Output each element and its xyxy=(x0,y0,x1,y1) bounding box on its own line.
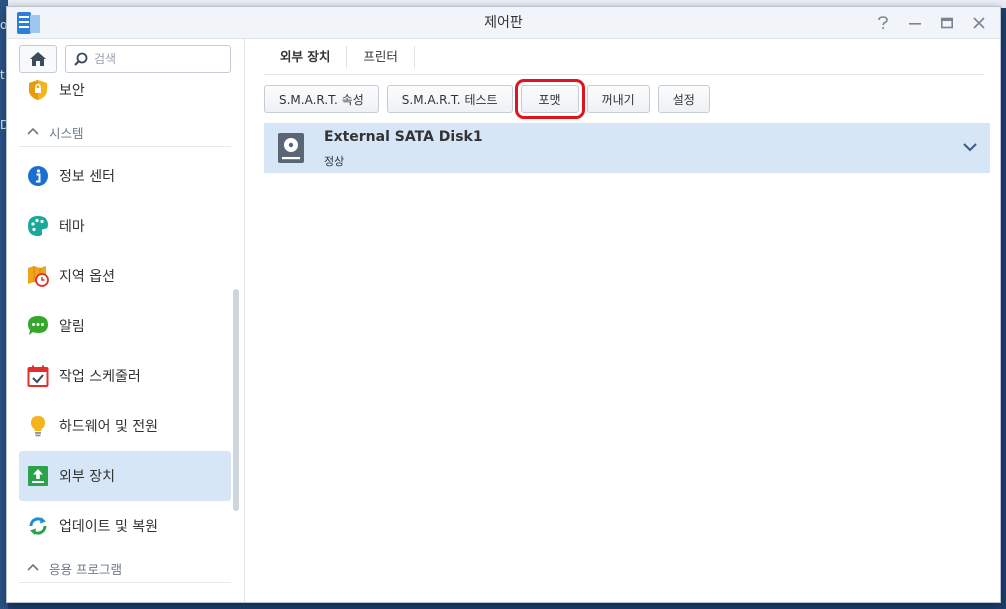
maximize-button[interactable] xyxy=(934,10,960,36)
sidebar-item-label: 작업 스케줄러 xyxy=(59,369,141,385)
format-button[interactable]: 포맷 xyxy=(514,79,585,119)
section-header-label: 시스템 xyxy=(49,126,84,141)
smart-attributes-button[interactable]: S.M.A.R.T. 속성 xyxy=(264,85,379,113)
section-header-system[interactable]: 시스템 xyxy=(19,119,231,147)
sidebar-item-external-devices[interactable]: 외부 장치 xyxy=(19,451,231,501)
help-icon xyxy=(878,16,888,29)
sidebar-item-regional-options[interactable]: 지역 옵션 xyxy=(19,251,231,301)
control-panel-window: 제어판 보안 xyxy=(6,6,1001,603)
chat-bubble-icon xyxy=(27,315,49,337)
sidebar-item-label: 정보 센터 xyxy=(59,169,115,185)
settings-button[interactable]: 설정 xyxy=(657,85,710,113)
close-icon xyxy=(973,17,985,29)
sidebar-item-info-center[interactable]: 정보 센터 xyxy=(19,151,231,201)
device-status: 정상 xyxy=(324,155,345,168)
hard-disk-icon xyxy=(278,133,304,163)
sidebar-scrollbar[interactable] xyxy=(233,289,239,511)
chevron-up-icon xyxy=(27,127,39,138)
refresh-icon xyxy=(27,515,49,537)
sidebar: 보안 시스템 정보 센터 테마 지역 옵 xyxy=(7,39,245,602)
lightbulb-icon xyxy=(27,415,49,437)
sidebar-item-update-restore[interactable]: 업데이트 및 복원 xyxy=(19,501,231,551)
section-header-label: 응용 프로그램 xyxy=(49,562,122,577)
search-input[interactable] xyxy=(94,52,224,66)
sidebar-item-notifications[interactable]: 알림 xyxy=(19,301,231,351)
sidebar-item-hardware-power[interactable]: 하드웨어 및 전원 xyxy=(19,401,231,451)
sidebar-item-label: 하드웨어 및 전원 xyxy=(59,419,159,435)
tab-printer[interactable]: 프린터 xyxy=(347,39,414,75)
minimize-button[interactable] xyxy=(902,10,928,36)
help-button[interactable] xyxy=(870,10,896,36)
window-controls xyxy=(870,7,992,39)
toolbar: S.M.A.R.T. 속성 S.M.A.R.T. 테스트 포맷 꺼내기 설정 xyxy=(264,79,710,119)
sidebar-item-label: 알림 xyxy=(59,319,85,335)
sidebar-item-label: 테마 xyxy=(59,219,85,235)
calendar-check-icon xyxy=(27,365,49,387)
smart-test-button[interactable]: S.M.A.R.T. 테스트 xyxy=(386,85,513,113)
sidebar-item-theme[interactable]: 테마 xyxy=(19,201,231,251)
close-button[interactable] xyxy=(966,10,992,36)
maximize-icon xyxy=(941,17,953,29)
info-icon xyxy=(27,165,49,187)
chevron-up-icon xyxy=(27,563,39,574)
sidebar-item-label: 외부 장치 xyxy=(59,469,115,485)
window-title: 제어판 xyxy=(484,15,523,31)
tab-external-devices[interactable]: 외부 장치 xyxy=(264,39,346,75)
search-icon xyxy=(74,52,88,66)
tab-bar: 외부 장치 프린터 xyxy=(264,39,984,75)
sidebar-item-security[interactable]: 보안 xyxy=(19,65,231,115)
eject-button[interactable]: 꺼내기 xyxy=(586,85,650,113)
device-row-external-sata-disk[interactable]: External SATA Disk1 정상 xyxy=(264,123,990,173)
sidebar-item-label: 지역 옵션 xyxy=(59,269,115,285)
main-panel: 외부 장치 프린터 S.M.A.R.T. 속성 S.M.A.R.T. 테스트 포… xyxy=(246,39,1000,602)
map-clock-icon xyxy=(27,265,49,287)
external-device-icon xyxy=(27,465,49,487)
sidebar-item-task-scheduler[interactable]: 작업 스케줄러 xyxy=(19,351,231,401)
device-name: External SATA Disk1 xyxy=(324,129,483,145)
tab-divider xyxy=(413,45,415,68)
sidebar-item-label: 업데이트 및 복원 xyxy=(59,519,159,535)
sidebar-item-label: 보안 xyxy=(59,83,85,99)
chevron-down-icon[interactable] xyxy=(960,137,980,157)
section-header-applications[interactable]: 응용 프로그램 xyxy=(19,555,231,583)
title-bar[interactable]: 제어판 xyxy=(7,7,1000,39)
shield-icon xyxy=(27,79,49,101)
minimize-icon xyxy=(909,23,921,25)
palette-icon xyxy=(27,215,49,237)
